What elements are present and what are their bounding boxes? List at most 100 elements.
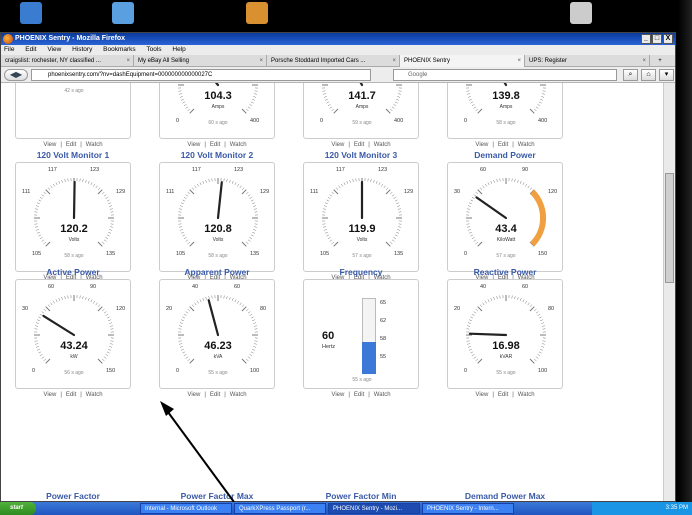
scrollbar-thumb[interactable] [665,173,674,283]
minimize-button[interactable]: _ [641,34,651,44]
gauge-tick [191,187,195,191]
watch-link[interactable]: Watch [518,392,535,398]
menu-bookmarks[interactable]: Bookmarks [103,46,136,53]
watch-link[interactable]: Watch [374,392,391,398]
card-title[interactable]: Demand Power Max [441,491,569,501]
view-link[interactable]: View [43,392,56,398]
menu-tools[interactable]: Tools [146,46,161,53]
card-title[interactable]: 120 Volt Monitor 2 [153,150,281,162]
edit-link[interactable]: Edit [210,142,220,148]
tab-close-icon[interactable]: × [392,55,396,67]
gauge-tick [38,199,42,202]
card-title[interactable]: 120 Volt Monitor 3 [297,150,425,162]
tab-phoenix-sentry[interactable]: PHOENIX Sentry × [400,55,525,67]
gauge-panel: 46.23 kVA 55 s ago 0 100 20 80 40 60 [159,279,275,389]
view-link[interactable]: View [331,392,344,398]
menu-edit[interactable]: Edit [25,46,36,53]
gauge-tick [467,325,471,327]
url-bar[interactable]: phoenixsentry.com/?nv=dashEquipment=0000… [31,69,371,81]
card-title[interactable]: Demand Power [441,150,569,162]
card-title[interactable]: Frequency [297,267,425,279]
gauge-tick [47,304,51,308]
scrollbar[interactable] [663,83,675,501]
view-link[interactable]: View [187,142,200,148]
view-link[interactable]: View [475,142,488,148]
tab-ebay[interactable]: My eBay All Selling × [134,55,267,67]
card-links: View | Edit | Watch [9,392,137,398]
desktop-icon[interactable] [570,2,592,24]
card-title[interactable]: Power Factor Max [153,491,281,501]
edit-link[interactable]: Edit [354,392,364,398]
card-title[interactable]: Apparent Power [153,267,281,279]
watch-link[interactable]: Watch [518,142,535,148]
gauge-right-label: 129 [116,189,126,195]
tab-close-icon[interactable]: × [259,55,263,67]
menu-history[interactable]: History [72,46,92,53]
edit-link[interactable]: Edit [66,142,76,148]
edit-link[interactable]: Edit [210,392,220,398]
status-timestamp: 42 s ago [64,88,84,94]
tab-close-icon[interactable]: × [642,55,646,67]
watch-link[interactable]: Watch [374,142,391,148]
new-tab-button[interactable]: + [650,55,670,66]
edit-link[interactable]: Edit [66,392,76,398]
desktop-icon[interactable] [20,2,42,24]
tab-label: UPS: Register [529,58,568,64]
start-button[interactable]: start [0,502,36,515]
edit-link[interactable]: Edit [354,142,364,148]
watch-link[interactable]: Watch [230,392,247,398]
gauge-right-label: 120 [548,189,558,195]
gauge-top-left-label: 117 [336,167,345,173]
frequency-tick-label: 58 [380,336,387,342]
menu-file[interactable]: File [4,46,14,53]
home-icon[interactable]: ⌂ [641,69,656,81]
gauge-tick [101,191,105,195]
tab-label: PHOENIX Sentry [404,58,451,64]
close-button[interactable]: X [663,34,673,44]
gauge-tick [43,191,47,195]
view-link[interactable]: View [331,142,344,148]
edit-link[interactable]: Edit [498,142,508,148]
gauge-tick [211,178,213,182]
gauge-tick [35,322,39,324]
gauge-tick [254,211,258,213]
tab-craigslist[interactable]: craigslist: rochester, NY classified ...… [1,55,134,67]
gauge-panel: 43.4 KiloWatt 57 s ago 0 150 30 120 60 90 [447,162,563,272]
desktop-icon[interactable] [246,2,268,24]
tab-porsche[interactable]: Porsche Stoddard Imported Cars ... × [267,55,400,67]
card-title[interactable]: Active Power [9,267,137,279]
view-link[interactable]: View [475,392,488,398]
desktop-icon[interactable] [112,2,134,24]
view-link[interactable]: View [187,392,200,398]
watch-link[interactable]: Watch [86,142,103,148]
taskbar-item[interactable]: PHOENIX Sentry - Mozi... [328,503,420,514]
menu-view[interactable]: View [47,46,61,53]
gauge-tick [467,205,471,207]
back-forward-button[interactable]: ◀▶ [4,68,28,81]
search-icon[interactable]: ⌕ [623,69,638,81]
maximize-button[interactable]: □ [652,34,662,44]
edit-link[interactable]: Edit [498,392,508,398]
gauge-tick [482,185,485,189]
search-input[interactable]: Google [393,69,617,81]
menu-help[interactable]: Help [172,46,185,53]
gauge-tick [105,196,109,199]
card-title[interactable]: Power Factor [9,491,137,501]
watch-link[interactable]: Watch [230,142,247,148]
view-link[interactable]: View [43,142,56,148]
tab-close-icon[interactable]: × [517,55,521,67]
forward-icon[interactable]: ▶ [16,70,22,79]
card-title[interactable]: Power Factor Min [297,491,425,501]
taskbar-item[interactable]: PHOENIX Sentry - Intern... [422,503,514,514]
card-title[interactable]: 120 Volt Monitor 1 [9,150,137,162]
tab-close-icon[interactable]: × [126,55,130,67]
taskbar-item[interactable]: Internal - Microsoft Outlook [140,503,232,514]
link-separator: | [492,142,494,148]
card-title[interactable]: Reactive Power [441,267,569,279]
gauge-min-label: 0 [176,368,180,374]
watch-link[interactable]: Watch [86,392,103,398]
gauge-unit: Volts [356,237,368,243]
tab-ups[interactable]: UPS: Register × [525,55,650,67]
addon-icon[interactable]: ▾ [659,69,674,81]
taskbar-item[interactable]: QuarkXPress Passport (r... [234,503,326,514]
